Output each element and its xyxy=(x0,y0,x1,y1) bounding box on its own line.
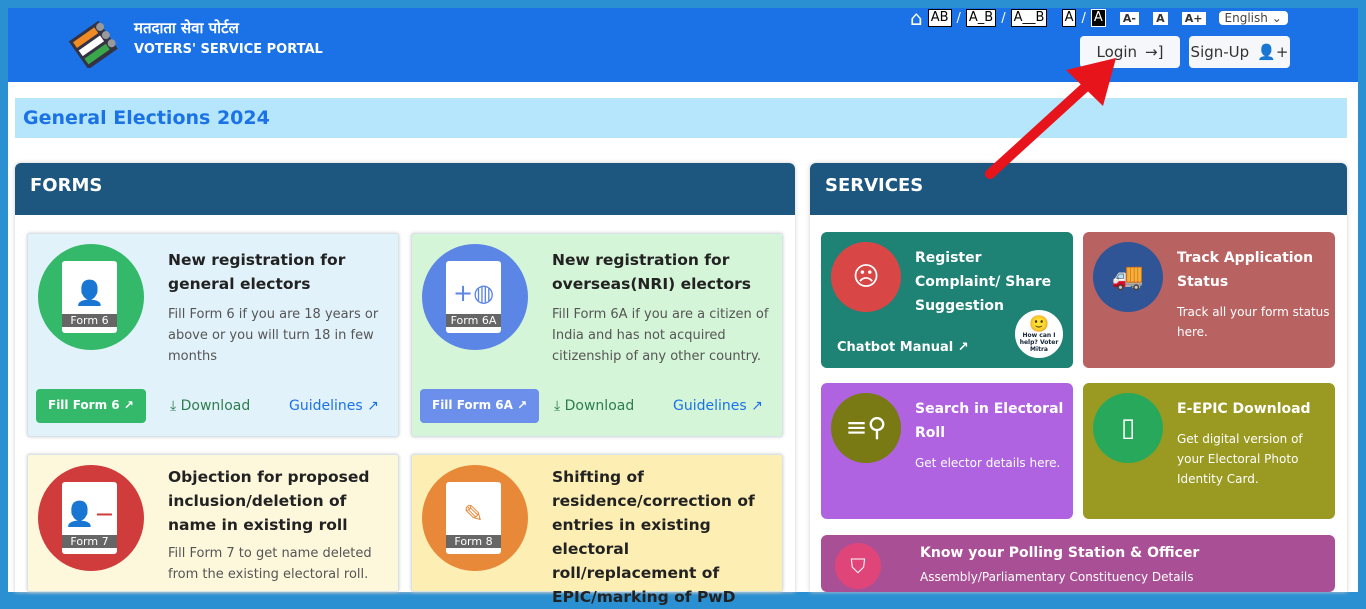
voter-mitra-text: How can I help? Voter Mitra xyxy=(1019,331,1059,353)
chatbot-manual-link[interactable]: Chatbot Manual ↗ xyxy=(837,340,969,355)
voter-mitra-chatbot-button[interactable]: 🙂 How can I help? Voter Mitra xyxy=(1013,308,1065,360)
polling-station-card[interactable]: ⛉ Know your Polling Station & Officer As… xyxy=(821,535,1335,592)
header: मतदाता सेवा पोर्टल VOTERS' SERVICE PORTAL… xyxy=(8,6,1358,82)
services-panel: SERVICES xyxy=(810,163,1347,592)
truck-icon: 🚚 xyxy=(1093,242,1163,312)
login-button[interactable]: Login →] xyxy=(1080,36,1180,68)
signup-button[interactable]: Sign-Up 👤+ xyxy=(1189,36,1290,68)
card-title: Track Application Status xyxy=(1177,250,1314,290)
signup-label: Sign-Up xyxy=(1190,43,1250,61)
search-list-icon: ≡⚲ xyxy=(831,393,901,463)
card-title: Register Complaint/ Share Suggestion xyxy=(915,250,1052,314)
shield-star-icon: ⛉ xyxy=(835,543,881,589)
chat-icon: ☹ xyxy=(831,242,901,312)
voter-mitra-face-icon: 🙂 xyxy=(1029,313,1049,333)
font-increase[interactable]: A+ xyxy=(1181,11,1206,25)
form6-icon: 👤 Form 6 xyxy=(38,244,144,350)
card-desc: Get digital version of your Electoral Ph… xyxy=(1177,432,1303,486)
form8-card: ✎ Form 8 Shifting of residence/correction… xyxy=(411,454,783,606)
download-form6-link[interactable]: ⤓ Download xyxy=(170,398,250,414)
card-title: Objection for proposed inclusion/deletio… xyxy=(168,468,370,534)
election-banner[interactable]: General Elections 2024 xyxy=(15,98,1347,138)
guidelines-label: Guidelines xyxy=(289,398,363,414)
language-select[interactable]: English ⌄ xyxy=(1218,11,1288,25)
download-label: Download xyxy=(180,398,251,414)
language-value: English xyxy=(1224,11,1268,25)
form8-icon: ✎ Form 8 xyxy=(422,465,528,571)
link-label: Chatbot Manual xyxy=(837,340,954,355)
card-desc: Track all your form status here. xyxy=(1177,305,1330,339)
card-desc: Fill Form 6A if you are a citizen of Ind… xyxy=(552,307,769,364)
services-heading: SERVICES xyxy=(810,163,1347,215)
download-form6a-link[interactable]: ⤓ Download xyxy=(554,398,634,414)
card-title: New registration for general electors xyxy=(168,251,346,293)
card-desc: Assembly/Parliamentary Constituency Deta… xyxy=(920,570,1194,584)
spacing-medium[interactable]: A_B xyxy=(965,9,997,27)
guidelines-label: Guidelines xyxy=(673,398,747,414)
form7-card: 👤− Form 7 Objection for proposed inclusio… xyxy=(27,454,399,592)
contrast-normal[interactable]: A xyxy=(1061,9,1077,27)
card-title: Shifting of residence/correction of entr… xyxy=(552,468,755,606)
card-desc: Get elector details here. xyxy=(915,456,1061,470)
font-normal[interactable]: A xyxy=(1153,11,1168,25)
form6a-icon: +◍ Form 6A xyxy=(422,244,528,350)
font-decrease[interactable]: A- xyxy=(1119,11,1139,25)
form-badge: Form 7 xyxy=(62,535,117,548)
card-title: New registration for overseas(NRI) elect… xyxy=(552,251,752,293)
form-badge: Form 8 xyxy=(446,535,501,548)
contrast-high[interactable]: A xyxy=(1090,9,1106,27)
card-title: E-EPIC Download xyxy=(1177,401,1311,417)
fill-label: Fill Form 6 xyxy=(48,398,120,412)
spacing-large[interactable]: A__B xyxy=(1010,9,1048,27)
register-complaint-card[interactable]: ☹ Register Complaint/ Share Suggestion C… xyxy=(821,232,1073,368)
form6a-card: +◍ Form 6A New registration for overseas(… xyxy=(411,233,783,437)
track-application-card[interactable]: 🚚 Track Application Status Track all you… xyxy=(1083,232,1335,368)
login-label: Login xyxy=(1096,43,1138,61)
card-title: Search in Electoral Roll xyxy=(915,401,1064,441)
home-icon[interactable]: ⌂ xyxy=(910,6,923,30)
accessibility-toolbar: ⌂ AB / A_B / A__B A / A A- A A+ English ⌄ xyxy=(910,6,1288,30)
e-epic-download-card[interactable]: ▯ E-EPIC Download Get digital version of… xyxy=(1083,383,1335,519)
fill-label: Fill Form 6A xyxy=(432,398,513,412)
form-badge: Form 6 xyxy=(62,314,117,327)
eci-logo-icon xyxy=(68,20,118,68)
guidelines-form6-link[interactable]: Guidelines ↗ xyxy=(289,398,379,414)
spacing-normal[interactable]: AB xyxy=(927,9,952,27)
fill-form6-button[interactable]: Fill Form 6 ↗ xyxy=(36,389,146,423)
forms-heading: FORMS xyxy=(15,163,795,215)
id-card-icon: ▯ xyxy=(1093,393,1163,463)
page: मतदाता सेवा पोर्टल VOTERS' SERVICE PORTAL… xyxy=(8,6,1358,606)
guidelines-form6a-link[interactable]: Guidelines ↗ xyxy=(673,398,763,414)
card-desc: Fill Form 6 if you are 18 years or above… xyxy=(168,307,379,364)
portal-title: VOTERS' SERVICE PORTAL xyxy=(134,42,323,57)
form6-card: 👤 Form 6 New registration for general ele… xyxy=(27,233,399,437)
login-icon: →] xyxy=(1145,43,1164,61)
download-label: Download xyxy=(564,398,635,414)
card-desc: Fill Form 7 to get name deleted from the… xyxy=(168,546,372,582)
form7-icon: 👤− Form 7 xyxy=(38,465,144,571)
card-title: Know your Polling Station & Officer xyxy=(920,545,1200,561)
search-electoral-roll-card[interactable]: ≡⚲ Search in Electoral Roll Get elector … xyxy=(821,383,1073,519)
fill-form6a-button[interactable]: Fill Form 6A ↗ xyxy=(420,389,540,423)
form-badge: Form 6A xyxy=(446,314,501,327)
portal-title-hindi: मतदाता सेवा पोर्टल xyxy=(134,19,239,37)
add-user-icon: 👤+ xyxy=(1257,43,1289,61)
